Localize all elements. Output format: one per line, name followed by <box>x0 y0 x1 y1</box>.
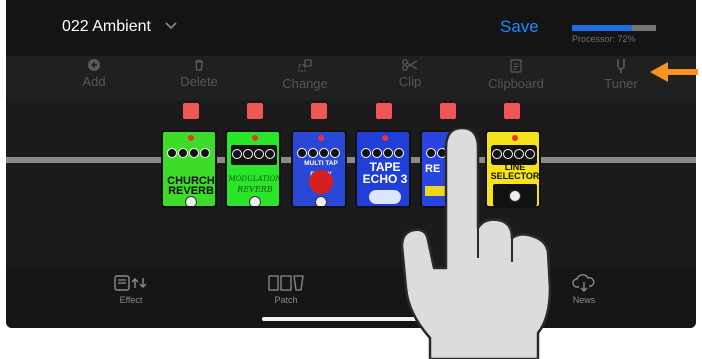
trash-icon <box>195 59 203 71</box>
delete-label: Delete <box>180 74 218 89</box>
highlight-arrow <box>650 62 698 82</box>
tab-effect[interactable]: Effect <box>81 274 181 305</box>
tab-patch[interactable]: Patch <box>236 274 336 305</box>
scissors-icon <box>402 59 418 71</box>
pedal-led <box>252 135 258 141</box>
processor-label: Processor: 72% <box>572 34 636 44</box>
bypass-toggle-1[interactable] <box>183 103 199 119</box>
add-icon <box>88 59 100 71</box>
tab-news-label: News <box>572 295 596 305</box>
pointing-hand-illustration <box>400 128 552 359</box>
pedal-knobs <box>231 145 277 165</box>
pedal-led <box>188 135 194 141</box>
pedal-modulation-reverb[interactable]: MODULATION REVERB <box>225 130 281 208</box>
bypass-toggle-3[interactable] <box>311 103 327 119</box>
tuner-label: Tuner <box>604 76 638 91</box>
header-bar: 022 Ambient Save Processor: 72% <box>6 0 696 56</box>
clip-label: Clip <box>398 74 422 89</box>
add-label: Add <box>82 74 106 89</box>
tab-patch-label: Patch <box>274 295 298 305</box>
patch-icon <box>268 275 304 291</box>
add-button[interactable]: Add <box>54 56 134 89</box>
pedal-multi-tap-delay[interactable]: MULTI TAP DELAY <box>291 130 347 208</box>
change-label: Change <box>282 76 328 91</box>
delete-button[interactable]: Delete <box>159 56 239 89</box>
footswitch <box>249 196 261 206</box>
pedal-emblem <box>309 170 333 194</box>
cloud-download-icon <box>572 274 595 292</box>
pedal-label-line2: REVERB <box>237 185 273 194</box>
preset-name[interactable]: 022 Ambient <box>62 18 151 36</box>
clipboard-label: Clipboard <box>488 76 544 91</box>
pedal-board <box>6 100 696 268</box>
bypass-toggle-2[interactable] <box>247 103 263 119</box>
footswitch <box>185 196 197 206</box>
bypass-toggle-6[interactable] <box>504 103 520 119</box>
save-button[interactable]: Save <box>500 17 539 37</box>
effect-icon <box>114 275 147 291</box>
edit-toolbar: Add Delete Change Clip Clipboard Tuner <box>6 56 696 100</box>
chevron-down-icon[interactable] <box>162 16 180 34</box>
processor-meter <box>572 25 656 31</box>
bypass-toggle-5[interactable] <box>440 103 456 119</box>
tape-reels <box>369 190 401 204</box>
pedal-church-reverb[interactable]: CHURCH REVERB <box>161 130 217 208</box>
clip-button[interactable]: Clip <box>370 56 450 89</box>
change-button[interactable]: Change <box>265 56 345 91</box>
clipboard-icon <box>510 59 522 73</box>
app-screen: 022 Ambient Save Processor: 72% Add Dele… <box>6 0 696 328</box>
signal-chain-cable <box>6 157 696 163</box>
footswitch <box>315 196 327 206</box>
tab-effect-label: Effect <box>119 295 143 305</box>
swap-icon <box>298 59 312 72</box>
pedal-led <box>318 135 324 141</box>
bypass-toggle-4[interactable] <box>376 103 392 119</box>
pedal-knobs <box>167 145 211 163</box>
clipboard-button[interactable]: Clipboard <box>476 56 556 91</box>
processor-meter-fill <box>572 25 633 31</box>
tuning-fork-icon <box>617 59 625 73</box>
pedal-led <box>382 135 388 141</box>
